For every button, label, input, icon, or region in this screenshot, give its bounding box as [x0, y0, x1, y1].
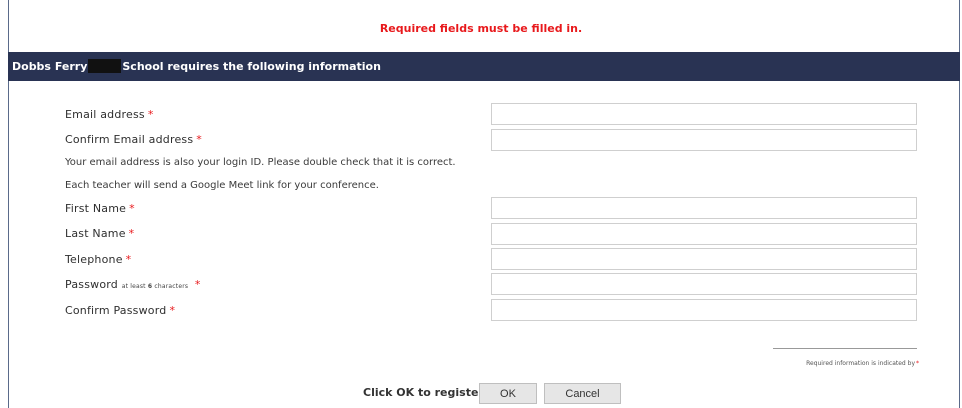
confirm-password-label: Confirm Password * [65, 304, 176, 317]
required-star: * [128, 227, 135, 240]
confirm-email-label: Confirm Email address * [65, 133, 202, 146]
telephone-label: Telephone * [65, 253, 132, 266]
email-label: Email address * [65, 108, 154, 121]
banner-school-name: Dobbs Ferry [12, 60, 88, 73]
divider [773, 348, 917, 349]
school-banner: Dobbs Ferry School requires the following… [8, 52, 960, 81]
required-legend: Required information is indicated by* [806, 360, 919, 367]
required-star: * [129, 202, 135, 215]
first-name-field[interactable] [491, 197, 917, 219]
required-star: * [196, 133, 202, 146]
required-star: * [169, 304, 176, 317]
required-fields-message: Required fields must be filled in. [379, 22, 583, 35]
confirm-email-field[interactable] [491, 129, 917, 151]
banner-requirement-text: School requires the following informatio… [122, 60, 381, 73]
required-star: * [147, 108, 154, 121]
password-field[interactable] [491, 273, 917, 295]
password-hint: at least 6 characters [121, 283, 189, 290]
telephone-field[interactable] [491, 248, 917, 270]
google-meet-note: Each teacher will send a Google Meet lin… [65, 180, 379, 191]
confirm-password-field[interactable] [491, 299, 917, 321]
register-prompt: Click OK to register [363, 386, 484, 399]
password-label: Password at least 6 characters * [65, 278, 201, 291]
email-field[interactable] [491, 103, 917, 125]
first-name-label: First Name * [65, 202, 135, 215]
last-name-label: Last Name * [65, 227, 135, 240]
redaction-box [88, 59, 122, 73]
last-name-field[interactable] [491, 223, 917, 245]
required-star: * [194, 278, 201, 291]
ok-button[interactable]: OK [479, 383, 537, 404]
cancel-button[interactable]: Cancel [544, 383, 621, 404]
login-id-note: Your email address is also your login ID… [65, 157, 456, 168]
required-star: * [916, 360, 919, 367]
required-star: * [125, 253, 132, 266]
